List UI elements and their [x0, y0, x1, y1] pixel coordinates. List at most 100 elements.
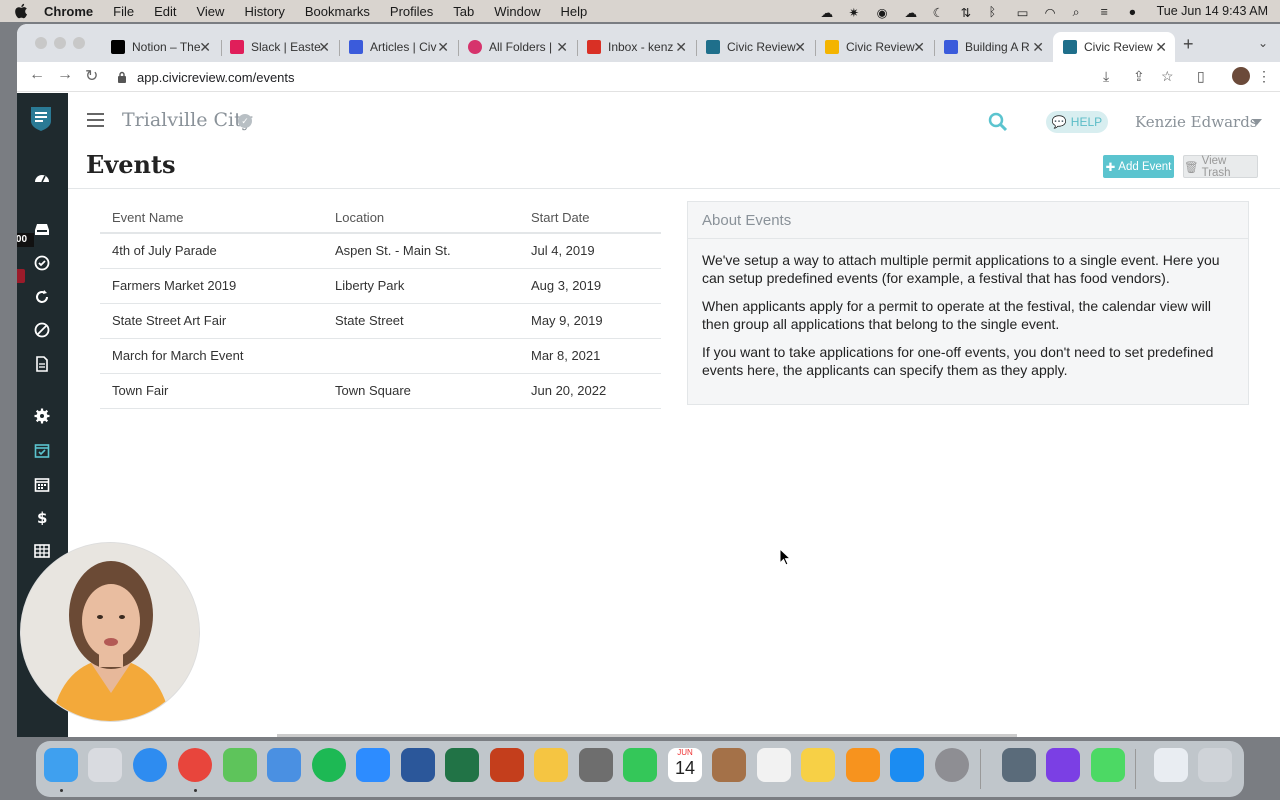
- loom-icon[interactable]: [1046, 748, 1080, 782]
- event-name-cell[interactable]: March for March Event: [100, 338, 323, 374]
- preview-icon[interactable]: [1002, 748, 1036, 782]
- airplay-icon[interactable]: ⇅: [961, 5, 975, 20]
- notes-icon[interactable]: [801, 748, 835, 782]
- bluetooth-icon[interactable]: ᛒ: [989, 5, 1003, 19]
- gear-icon[interactable]: [34, 408, 50, 424]
- hamburger-menu-icon[interactable]: [87, 113, 104, 127]
- focus-moon-icon[interactable]: ☾: [933, 5, 947, 20]
- word-icon[interactable]: [401, 748, 435, 782]
- close-icon[interactable]: ✕: [913, 39, 925, 56]
- profile-avatar[interactable]: [1232, 67, 1250, 85]
- close-icon[interactable]: ✕: [318, 39, 330, 56]
- brightness-icon[interactable]: ✷: [849, 5, 863, 20]
- column-header-location[interactable]: Location: [323, 203, 519, 234]
- table-row[interactable]: March for March Event Mar 8, 2021: [100, 338, 661, 374]
- apple-icon[interactable]: [14, 3, 28, 19]
- dollar-icon[interactable]: $: [34, 509, 50, 527]
- menubar-clock[interactable]: Tue Jun 14 9:43 AM: [1157, 4, 1268, 18]
- event-name-cell[interactable]: State Street Art Fair: [100, 303, 323, 339]
- launchpad-icon[interactable]: [88, 748, 122, 782]
- forward-arrow-icon[interactable]: →: [57, 66, 73, 84]
- ban-icon[interactable]: [34, 322, 50, 338]
- contacts-icon[interactable]: [712, 748, 746, 782]
- organization-name[interactable]: Trialville City: [122, 109, 252, 131]
- table-row[interactable]: 4th of July Parade Aspen St. - Main St. …: [100, 233, 661, 269]
- system-preferences-icon[interactable]: [935, 748, 969, 782]
- document-icon[interactable]: [34, 356, 50, 372]
- photos-icon[interactable]: [534, 748, 568, 782]
- menu-file[interactable]: File: [113, 4, 134, 19]
- spotlight-search-icon[interactable]: ⌕: [1073, 5, 1087, 19]
- column-header-event-name[interactable]: Event Name: [100, 203, 323, 234]
- close-icon[interactable]: ✕: [199, 39, 211, 56]
- check-circle-icon[interactable]: [34, 255, 50, 271]
- new-tab-plus-icon[interactable]: +: [1183, 34, 1194, 55]
- wifi-icon[interactable]: ◠: [1045, 5, 1059, 20]
- finder-icon[interactable]: [44, 748, 78, 782]
- more-menu-icon[interactable]: ⋮: [1257, 68, 1271, 85]
- table-grid-icon[interactable]: [34, 543, 50, 559]
- refresh-icon[interactable]: [34, 289, 50, 305]
- tab-articles[interactable]: Articles | Civ ✕: [339, 32, 457, 62]
- tab-building[interactable]: Building A R ✕: [934, 32, 1052, 62]
- event-name-cell[interactable]: 4th of July Parade: [100, 233, 323, 269]
- civic-review-logo-icon[interactable]: [30, 105, 52, 131]
- powerpoint-icon[interactable]: [490, 748, 524, 782]
- cloud-status-icon[interactable]: ☁: [821, 5, 835, 20]
- zoom-window-button[interactable]: [73, 37, 85, 49]
- record-stop-button[interactable]: [17, 269, 25, 283]
- close-icon[interactable]: ✕: [1032, 39, 1044, 56]
- search-icon[interactable]: [988, 112, 1008, 132]
- siri-icon[interactable]: ●: [1129, 5, 1143, 19]
- calendar-icon[interactable]: [34, 476, 50, 492]
- numbers-icon[interactable]: [1091, 748, 1125, 782]
- webcam-bubble[interactable]: [20, 542, 200, 722]
- mail-icon[interactable]: [267, 748, 301, 782]
- close-icon[interactable]: ✕: [794, 39, 806, 56]
- table-row[interactable]: Farmers Market 2019 Liberty Park Aug 3, …: [100, 268, 661, 304]
- calculator-icon[interactable]: [579, 748, 613, 782]
- minimize-window-button[interactable]: [54, 37, 66, 49]
- close-window-button[interactable]: [35, 37, 47, 49]
- battery-icon[interactable]: ▭: [1017, 5, 1031, 20]
- caret-down-icon[interactable]: [1252, 119, 1262, 125]
- tab-civic-review-1[interactable]: Civic Review ✕: [696, 32, 814, 62]
- address-bar[interactable]: app.civicreview.com/events: [109, 64, 1099, 90]
- menu-history[interactable]: History: [244, 4, 284, 19]
- menu-view[interactable]: View: [196, 4, 224, 19]
- reload-icon[interactable]: ↻: [85, 66, 98, 86]
- share-icon[interactable]: ⇪: [1133, 68, 1145, 85]
- grammarly-icon[interactable]: ◉: [877, 5, 891, 20]
- close-icon[interactable]: ✕: [1155, 39, 1167, 56]
- excel-icon[interactable]: [445, 748, 479, 782]
- close-icon[interactable]: ✕: [437, 39, 449, 56]
- event-name-cell[interactable]: Farmers Market 2019: [100, 268, 323, 304]
- calendar-app-icon[interactable]: JUN 14: [668, 748, 702, 782]
- menu-profiles[interactable]: Profiles: [390, 4, 433, 19]
- menu-help[interactable]: Help: [561, 4, 588, 19]
- control-center-icon[interactable]: ≡: [1101, 5, 1115, 19]
- table-row[interactable]: Town Fair Town Square Jun 20, 2022: [100, 373, 661, 409]
- trash-bin-icon[interactable]: [1198, 748, 1232, 782]
- add-event-button[interactable]: ✚ Add Event: [1103, 155, 1174, 178]
- chrome-icon[interactable]: [178, 748, 212, 782]
- menu-edit[interactable]: Edit: [154, 4, 176, 19]
- menu-chrome[interactable]: Chrome: [44, 4, 93, 19]
- downloads-folder-icon[interactable]: [1154, 748, 1188, 782]
- reminders-icon[interactable]: [757, 748, 791, 782]
- tab-civic-review-active[interactable]: Civic Review ✕: [1053, 32, 1175, 62]
- menu-tab[interactable]: Tab: [453, 4, 474, 19]
- tab-all-folders[interactable]: All Folders | ✕: [458, 32, 576, 62]
- messages-icon[interactable]: [223, 748, 257, 782]
- zoom-icon[interactable]: [356, 748, 390, 782]
- view-trash-button[interactable]: 🗑 View Trash: [1183, 155, 1258, 179]
- safari-icon[interactable]: [133, 748, 167, 782]
- tab-notion[interactable]: Notion – The ✕: [101, 32, 219, 62]
- column-header-start-date[interactable]: Start Date: [519, 203, 661, 234]
- menu-window[interactable]: Window: [494, 4, 540, 19]
- table-row[interactable]: State Street Art Fair State Street May 9…: [100, 303, 661, 339]
- calendar-check-icon[interactable]: [34, 442, 50, 458]
- close-icon[interactable]: ✕: [556, 39, 568, 56]
- icloud-icon[interactable]: ☁: [905, 5, 919, 20]
- pages-icon[interactable]: [846, 748, 880, 782]
